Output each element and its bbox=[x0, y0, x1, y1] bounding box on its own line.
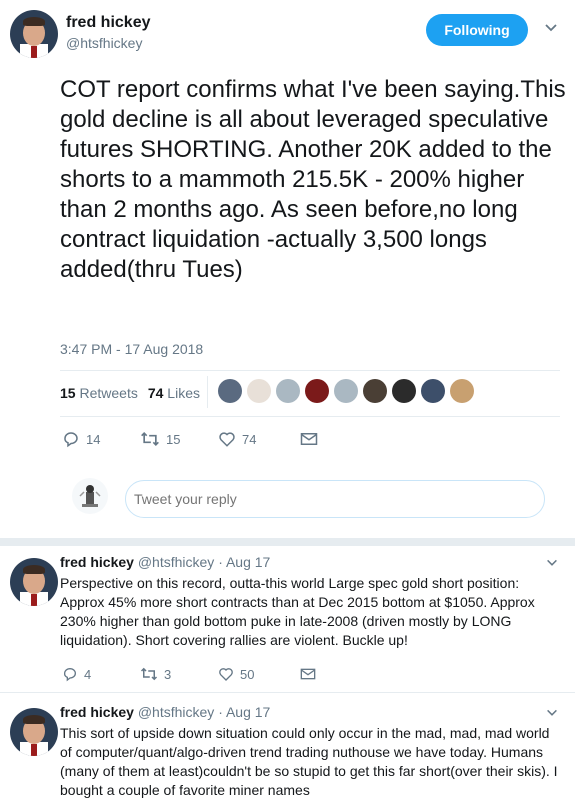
reply-icon bbox=[64, 668, 76, 682]
chevron-down-icon[interactable] bbox=[545, 706, 559, 720]
liker-avatars bbox=[218, 379, 474, 403]
divider bbox=[60, 370, 560, 371]
reply-icon bbox=[64, 432, 78, 448]
liker-avatar[interactable] bbox=[218, 379, 242, 403]
reply-tweet[interactable]: fred hickey @htsfhickey · Aug 17 Perspec… bbox=[0, 554, 575, 688]
reply-author-name[interactable]: fred hickey bbox=[60, 704, 134, 720]
chevron-down-icon[interactable] bbox=[545, 556, 559, 570]
direct-message-button[interactable] bbox=[300, 667, 316, 681]
tweet-actions: 14 15 74 bbox=[62, 430, 318, 448]
chevron-down-icon[interactable] bbox=[543, 20, 559, 36]
direct-message-button[interactable] bbox=[300, 431, 318, 447]
reply-author-name[interactable]: fred hickey bbox=[60, 554, 134, 570]
liker-avatar[interactable] bbox=[421, 379, 445, 403]
divider bbox=[207, 376, 208, 408]
following-button[interactable]: Following bbox=[426, 14, 528, 46]
liker-avatar[interactable] bbox=[363, 379, 387, 403]
heart-icon bbox=[219, 668, 233, 681]
reply-avatar[interactable] bbox=[10, 708, 58, 756]
liker-avatar[interactable] bbox=[450, 379, 474, 403]
like-count-link[interactable]: 74 Likes bbox=[148, 385, 200, 401]
divider bbox=[60, 416, 560, 417]
retweet-button[interactable]: 3 bbox=[140, 666, 218, 682]
reply-tweet[interactable]: fred hickey @htsfhickey · Aug 17 This so… bbox=[0, 704, 575, 810]
retweet-button[interactable]: 15 bbox=[140, 430, 218, 448]
reply-date[interactable]: · Aug 17 bbox=[218, 704, 270, 720]
liker-avatar[interactable] bbox=[247, 379, 271, 403]
reply-avatar[interactable] bbox=[10, 558, 58, 606]
mail-icon bbox=[300, 668, 316, 680]
user-avatar bbox=[72, 478, 108, 514]
reply-header: fred hickey @htsfhickey · Aug 17 bbox=[60, 554, 270, 570]
mail-icon bbox=[300, 433, 318, 445]
tweet-text: COT report confirms what I've been sayin… bbox=[60, 76, 566, 283]
retweet-icon bbox=[141, 431, 159, 447]
liker-avatar[interactable] bbox=[305, 379, 329, 403]
author-handle[interactable]: @htsfhickey bbox=[66, 35, 142, 51]
reply-author-handle[interactable]: @htsfhickey bbox=[138, 704, 214, 720]
reply-button[interactable]: 4 bbox=[62, 666, 140, 682]
heart-icon bbox=[219, 432, 235, 447]
reply-button[interactable]: 14 bbox=[62, 430, 140, 448]
retweet-icon bbox=[140, 667, 158, 681]
liker-avatar[interactable] bbox=[276, 379, 300, 403]
tweet-stats: 15 Retweets 74 Likes bbox=[60, 385, 200, 401]
retweet-count-link[interactable]: 15 Retweets bbox=[60, 385, 138, 401]
reply-actions: 4 3 50 bbox=[62, 666, 316, 682]
liker-avatar[interactable] bbox=[334, 379, 358, 403]
section-separator bbox=[0, 538, 575, 546]
user-avatar-graphic bbox=[79, 485, 101, 507]
reply-date[interactable]: · Aug 17 bbox=[218, 554, 270, 570]
like-button[interactable]: 74 bbox=[218, 430, 300, 448]
reply-author-handle[interactable]: @htsfhickey bbox=[138, 554, 214, 570]
reply-text: Perspective on this record, outta-this w… bbox=[60, 575, 535, 648]
author-name[interactable]: fred hickey bbox=[66, 14, 150, 32]
divider bbox=[0, 692, 575, 693]
author-avatar[interactable] bbox=[10, 10, 58, 58]
reply-input[interactable] bbox=[125, 480, 545, 518]
liker-avatar[interactable] bbox=[392, 379, 416, 403]
like-button[interactable]: 50 bbox=[218, 666, 300, 682]
reply-header: fred hickey @htsfhickey · Aug 17 bbox=[60, 704, 270, 720]
reply-text: This sort of upside down situation could… bbox=[60, 725, 558, 798]
tweet-timestamp[interactable]: 3:47 PM - 17 Aug 2018 bbox=[60, 341, 203, 357]
